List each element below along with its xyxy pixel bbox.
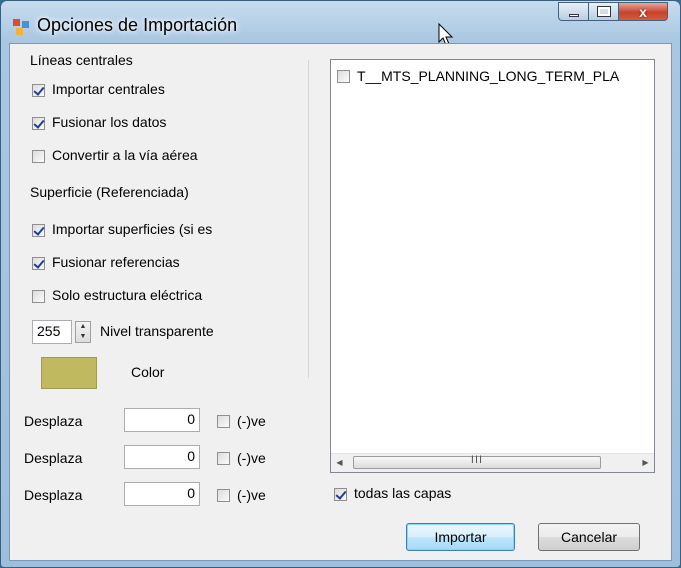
all-layers-label: todas las capas [354,485,452,501]
color-label: Color [131,364,165,380]
import-options-window: Opciones de Importación x Líneas central… [0,0,681,568]
offset-1-negate-checkbox[interactable] [217,415,230,428]
close-button[interactable]: x [618,2,668,21]
offset-2-negate-checkbox[interactable] [217,452,230,465]
merge-references-checkbox[interactable] [32,257,45,270]
spin-down-icon[interactable]: ▼ [76,332,90,342]
offset-1-input[interactable]: 0 [124,408,200,432]
layers-list[interactable]: T__MTS_PLANNING_LONG_TERM_PLA ◀ III ▶ [330,59,655,473]
import-centerlines-checkbox[interactable] [32,84,45,97]
layer-label: T__MTS_PLANNING_LONG_TERM_PLA [357,68,620,84]
maximize-icon [597,6,611,17]
merge-references-label: Fusionar referencias [52,254,180,270]
offset-1-label: Desplaza [24,413,83,429]
all-layers-checkbox[interactable] [334,488,347,501]
close-icon: x [639,4,647,20]
offset-3-negate-label: (-)ve [237,487,266,503]
merge-data-label: Fusionar los datos [52,114,167,130]
scroll-thumb[interactable]: III [353,454,601,469]
horizontal-scrollbar[interactable]: ◀ III ▶ [331,453,654,472]
import-button[interactable]: Importar [406,523,515,551]
offset-2-negate-label: (-)ve [237,450,266,466]
merge-data-checkbox[interactable] [32,117,45,130]
convert-airway-checkbox[interactable] [32,150,45,163]
import-surfaces-label: Importar superficies (si es [52,221,213,237]
scroll-left-icon[interactable]: ◀ [331,454,348,471]
offset-1-negate-label: (-)ve [237,413,266,429]
import-surfaces-checkbox[interactable] [32,224,45,237]
window-controls: x [558,2,668,21]
offset-3-input[interactable]: 0 [124,482,200,506]
minimize-icon [569,14,579,17]
title-bar[interactable]: Opciones de Importación x [1,1,680,46]
offset-2-label: Desplaza [24,450,83,466]
minimize-button[interactable] [558,2,588,21]
cancel-button[interactable]: Cancelar [538,523,640,551]
electrical-only-label: Solo estructura eléctrica [52,287,203,303]
transparency-label: Nivel transparente [100,323,214,339]
group-divider [308,60,309,378]
color-swatch[interactable] [41,357,97,389]
offset-3-negate-checkbox[interactable] [217,489,230,502]
offset-3-label: Desplaza [24,487,83,503]
transparency-spinner[interactable]: ▲ ▼ [75,321,91,343]
spin-up-icon[interactable]: ▲ [76,322,90,332]
transparency-input[interactable]: 255 [32,320,72,344]
app-icon [13,19,29,35]
import-centerlines-label: Importar centrales [52,81,165,97]
dialog-body: Líneas centrales Importar centrales Fusi… [9,43,672,561]
maximize-button[interactable] [588,2,618,21]
centerlines-heading: Líneas centrales [30,52,133,68]
offset-2-input[interactable]: 0 [124,445,200,469]
window-title: Opciones de Importación [37,15,238,35]
layer-checkbox[interactable] [337,70,350,83]
convert-airway-label: Convertir a la vía aérea [52,147,198,163]
electrical-only-checkbox[interactable] [32,290,45,303]
surface-heading: Superficie (Referenciada) [30,184,189,200]
scroll-right-icon[interactable]: ▶ [637,454,654,471]
scroll-grip: III [470,454,484,466]
